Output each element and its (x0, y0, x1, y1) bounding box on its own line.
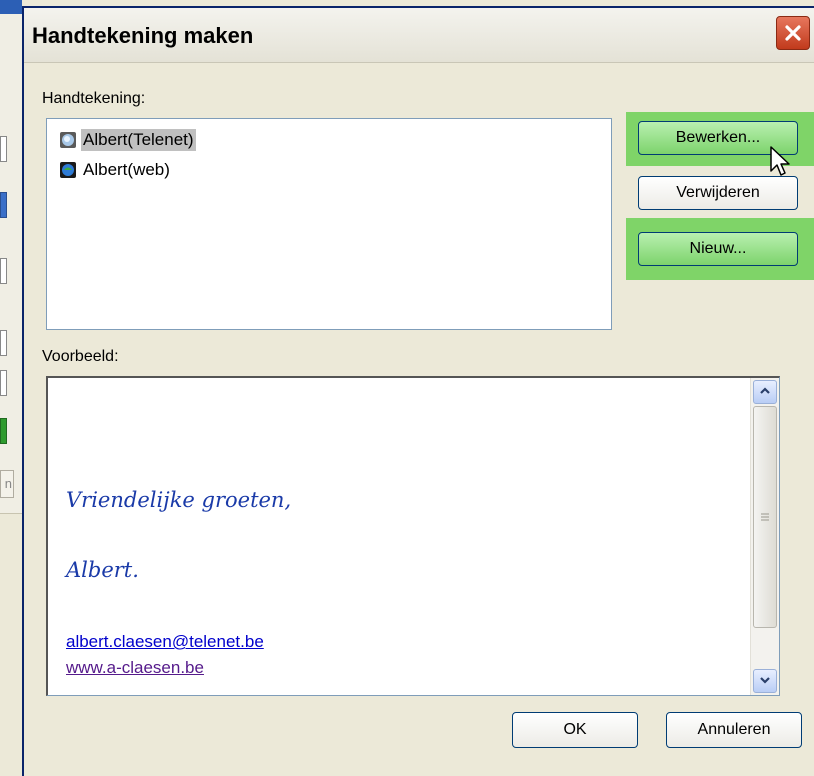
background-window: n (0, 0, 22, 769)
signature-dialog: Handtekening maken Handtekening: Albert(… (22, 6, 814, 776)
signature-icon (59, 161, 77, 179)
preview-email-link[interactable]: albert.claesen@telenet.be (66, 632, 264, 652)
close-icon (783, 23, 803, 43)
chevron-down-icon (759, 672, 771, 690)
preview-greeting: Vriendelijke groeten, (66, 488, 292, 512)
mouse-cursor-icon (770, 146, 796, 185)
scroll-thumb[interactable] (753, 406, 777, 628)
background-field (0, 370, 7, 396)
signature-preview: Vriendelijke groeten, Albert. albert.cla… (46, 376, 780, 696)
signature-icon (59, 131, 77, 149)
background-field (0, 330, 7, 356)
ok-button[interactable]: OK (512, 712, 638, 748)
preview-name: Albert. (66, 558, 139, 582)
background-pane (0, 513, 22, 769)
background-partial-button: n (0, 470, 14, 498)
background-field (0, 418, 7, 444)
background-field (0, 136, 7, 162)
title-bar[interactable]: Handtekening maken (24, 8, 814, 63)
background-field (0, 192, 7, 218)
background-titlebar (0, 0, 22, 14)
scroll-up-button[interactable] (753, 380, 777, 404)
list-item-label: Albert(Telenet) (81, 129, 196, 151)
dialog-title: Handtekening maken (32, 23, 254, 48)
list-item-label: Albert(web) (83, 160, 170, 179)
list-item[interactable]: Albert(web) (59, 157, 178, 183)
cancel-button[interactable]: Annuleren (666, 712, 802, 748)
chevron-up-icon (759, 383, 771, 401)
list-item[interactable]: Albert(Telenet) (59, 127, 202, 153)
preview-website-link[interactable]: www.a-claesen.be (66, 658, 204, 678)
background-field (0, 258, 7, 284)
scroll-down-button[interactable] (753, 669, 777, 693)
signatures-label: Handtekening: (42, 90, 146, 107)
close-button[interactable] (776, 16, 810, 50)
preview-label: Voorbeeld: (42, 348, 119, 365)
signature-list[interactable]: Albert(Telenet) Albert(web) (46, 118, 612, 330)
preview-scrollbar[interactable] (750, 378, 779, 695)
new-button[interactable]: Nieuw... (638, 232, 798, 266)
grip-icon (760, 508, 770, 526)
